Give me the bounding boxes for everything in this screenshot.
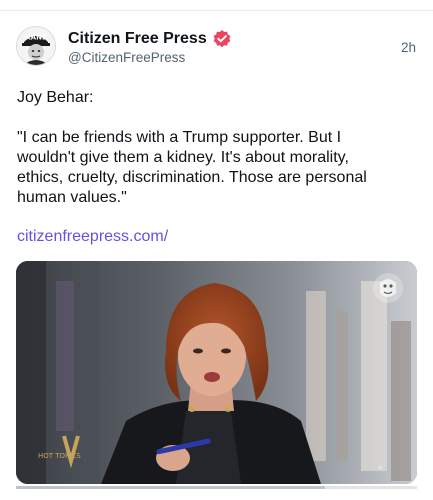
video-frame: HOT TOPICS ◈ [16,261,417,484]
author-name-row: Citizen Free Press [68,28,232,50]
post-timestamp[interactable]: 2h [401,40,416,55]
top-divider [0,10,433,11]
svg-text:◈: ◈ [378,464,383,471]
post-intro-text: Joy Behar: [17,89,94,106]
post-link[interactable]: citizenfreepress.com/ [17,228,168,246]
avatar[interactable]: KANE [16,26,56,66]
post-body: Joy Behar: "I can be friends with a Trum… [17,88,417,208]
post-quote-text: "I can be friends with a Trump supporter… [17,129,367,206]
video-progress-fill [16,486,325,489]
media-video[interactable]: HOT TOPICS ◈ [16,261,417,484]
avatar-text: KANE [25,34,47,42]
bulldog-logo-icon [371,271,405,305]
avatar-image: KANE [17,27,55,65]
author-handle[interactable]: @CitizenFreePress [68,50,185,65]
video-progress-bar[interactable] [16,486,417,489]
author-display-name[interactable]: Citizen Free Press [68,30,207,48]
verified-badge-icon [212,29,232,49]
